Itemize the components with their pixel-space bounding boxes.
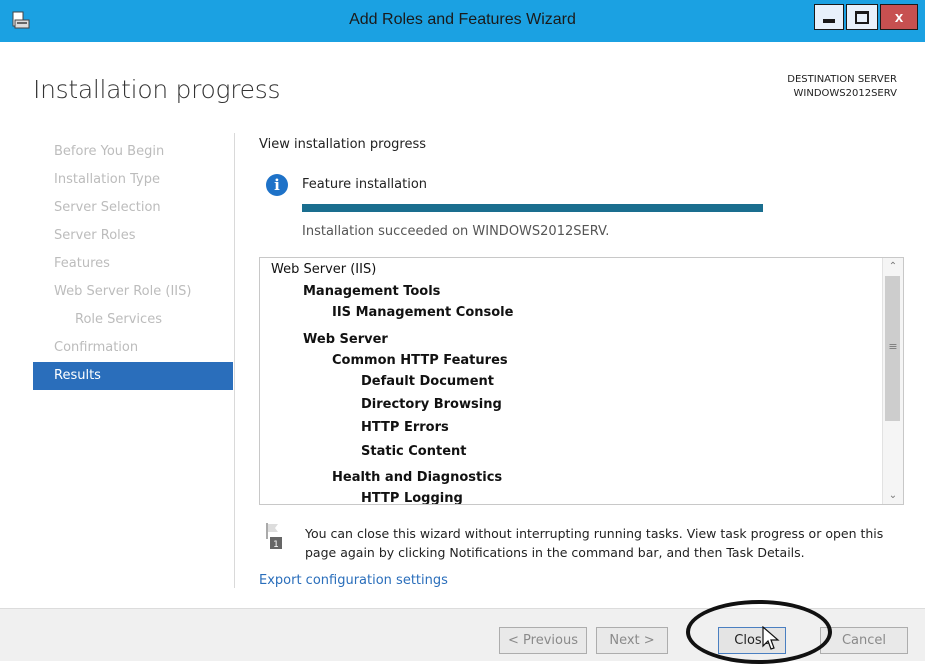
destination-server-label: DESTINATION SERVER — [787, 74, 897, 85]
info-icon: i — [266, 174, 288, 196]
previous-button[interactable]: < Previous — [499, 627, 587, 654]
result-item: HTTP Logging — [361, 491, 463, 505]
result-item: Web Server — [303, 332, 388, 347]
maximize-button[interactable] — [846, 4, 878, 30]
result-item: Static Content — [361, 444, 467, 459]
result-item: Web Server (IIS) — [271, 262, 377, 277]
result-item: Common HTTP Features — [332, 353, 508, 368]
minimize-icon — [823, 19, 835, 23]
cancel-button[interactable]: Cancel — [820, 627, 908, 654]
title-bar: Add Roles and Features Wizard x — [0, 0, 925, 42]
scrollbar-grip-icon: ≡ — [888, 340, 898, 353]
destination-server-info: DESTINATION SERVER WINDOWS2012SERV — [787, 73, 897, 101]
results-list[interactable]: Web Server (IIS) Management Tools IIS Mana… — [259, 257, 904, 505]
nav-item-before-you-begin: Before You Begin — [54, 144, 165, 159]
installation-progress-bar — [302, 204, 763, 212]
scroll-down-arrow-icon[interactable]: ⌄ — [883, 487, 903, 504]
result-item: Management Tools — [303, 284, 441, 299]
nav-item-server-selection: Server Selection — [54, 200, 161, 215]
mouse-cursor-icon — [762, 625, 780, 652]
window-title: Add Roles and Features Wizard — [349, 11, 576, 28]
progress-fill — [302, 204, 763, 212]
nav-item-web-server-role: Web Server Role (IIS) — [54, 284, 192, 299]
maximize-icon — [855, 10, 869, 24]
wizard-footer: < Previous Next > Close Cancel — [0, 608, 925, 661]
close-wizard-note: You can close this wizard without interr… — [305, 526, 884, 560]
export-configuration-link[interactable]: Export configuration settings — [259, 573, 448, 588]
result-item: HTTP Errors — [361, 420, 449, 435]
minimize-button[interactable] — [814, 4, 844, 30]
section-label: View installation progress — [259, 137, 427, 152]
wizard-navigation: Before You Begin Installation Type Serve… — [33, 138, 233, 390]
result-item: Directory Browsing — [361, 397, 502, 412]
installation-status-text: Installation succeeded on WINDOWS2012SER… — [302, 224, 610, 239]
nav-item-role-services: Role Services — [75, 312, 162, 327]
nav-item-confirmation: Confirmation — [54, 340, 139, 355]
nav-item-server-roles: Server Roles — [54, 228, 136, 243]
result-item: IIS Management Console — [332, 305, 514, 320]
page-title: Installation progress — [33, 75, 281, 104]
nav-item-results[interactable]: Results — [33, 362, 233, 390]
close-window-button[interactable]: x — [880, 4, 918, 30]
results-scrollbar[interactable]: ⌃ ≡ ⌄ — [882, 258, 903, 504]
notification-flag-icon: 1 — [264, 523, 284, 551]
next-button[interactable]: Next > — [596, 627, 668, 654]
nav-divider — [234, 133, 235, 588]
result-item: Default Document — [361, 374, 495, 389]
destination-server-name: WINDOWS2012SERV — [793, 88, 897, 99]
nav-item-installation-type: Installation Type — [54, 172, 160, 187]
result-item: Health and Diagnostics — [332, 470, 503, 485]
nav-item-features: Features — [54, 256, 110, 271]
scroll-up-arrow-icon[interactable]: ⌃ — [883, 258, 903, 275]
feature-installation-label: Feature installation — [302, 177, 428, 192]
notification-badge: 1 — [273, 540, 279, 550]
